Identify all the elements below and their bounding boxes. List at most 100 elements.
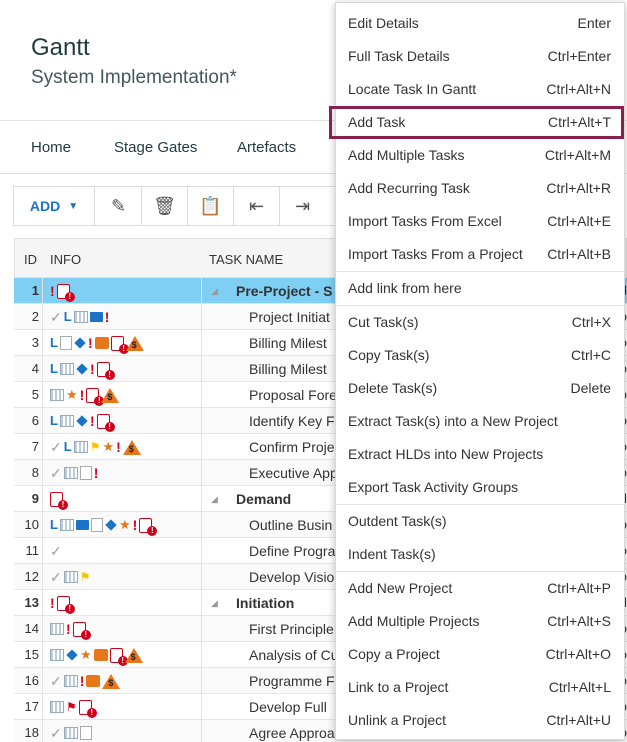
menu-item-import-tasks-from-excel[interactable]: Import Tasks From Excel Ctrl+Alt+E [336, 205, 624, 238]
grid-icon[interactable] [50, 389, 64, 401]
star-icon[interactable]: ★ [102, 440, 114, 454]
check-icon[interactable]: ✓ [50, 310, 62, 324]
grid-icon[interactable] [50, 701, 64, 713]
menu-item-add-link-from-here[interactable]: Add link from here [336, 272, 624, 305]
task-name[interactable]: Analysis of Cu [249, 642, 338, 668]
link-icon[interactable]: L [50, 414, 58, 428]
menu-item-full-task-details[interactable]: Full Task Details Ctrl+Enter [336, 40, 624, 73]
link-icon[interactable]: L [50, 336, 58, 350]
task-name[interactable]: Billing Milest [249, 356, 327, 382]
warning-icon[interactable]: ! [66, 622, 71, 636]
warning-icon[interactable]: ! [50, 596, 55, 610]
menu-item-locate-task-in-gantt[interactable]: Locate Task In Gantt Ctrl+Alt+N [336, 73, 624, 106]
column-header-task-name[interactable]: TASK NAME [209, 252, 283, 267]
menu-item-edit-details[interactable]: Edit Details Enter [336, 7, 624, 40]
cost-warning-icon[interactable] [101, 387, 120, 404]
document-icon[interactable] [79, 726, 92, 740]
milestone-icon[interactable] [76, 415, 88, 427]
star-icon[interactable]: ★ [66, 388, 78, 402]
delete-button[interactable]: 🗑 [142, 187, 188, 225]
menu-item-extract-task-s-into-a-new-project[interactable]: Extract Task(s) into a New Project [336, 405, 624, 438]
milestone-icon[interactable] [105, 519, 117, 531]
task-name[interactable]: Outline Busin [249, 512, 332, 538]
grid-icon[interactable] [73, 311, 88, 323]
paste-button[interactable]: 📋 [188, 187, 234, 225]
grid-icon[interactable] [50, 649, 64, 661]
document-icon[interactable] [59, 336, 72, 350]
menu-item-indent-task-s[interactable]: Indent Task(s) [336, 538, 624, 571]
star-icon[interactable]: ★ [119, 518, 131, 532]
clipboard-alert-icon[interactable] [139, 517, 158, 536]
star-icon[interactable]: ★ [80, 648, 92, 662]
grid-icon[interactable] [59, 363, 74, 375]
cost-warning-icon[interactable] [102, 673, 121, 690]
grid-icon[interactable] [63, 675, 78, 687]
menu-item-extract-hlds-into-new-projects[interactable]: Extract HLDs into New Projects [336, 438, 624, 471]
grid-icon[interactable] [50, 623, 64, 635]
document-icon[interactable] [79, 466, 92, 480]
menu-item-link-to-a-project[interactable]: Link to a Project Ctrl+Alt+L [336, 671, 624, 704]
menu-item-add-multiple-tasks[interactable]: Add Multiple Tasks Ctrl+Alt+M [336, 139, 624, 172]
warning-icon[interactable]: ! [133, 518, 138, 532]
tools-icon[interactable] [94, 337, 109, 349]
task-name[interactable]: Pre-Project - S [236, 278, 332, 304]
add-dropdown-button[interactable]: ADD ▼ [14, 187, 95, 225]
milestone-icon[interactable] [74, 337, 86, 349]
check-icon[interactable]: ✓ [50, 570, 62, 584]
menu-item-export-task-activity-groups[interactable]: Export Task Activity Groups [336, 471, 624, 504]
flag-icon[interactable]: ⚑ [90, 440, 101, 454]
task-name[interactable]: Identify Key F [249, 408, 335, 434]
tab-stage-gates[interactable]: Stage Gates [114, 139, 197, 156]
task-name[interactable]: Proposal Fore [249, 382, 337, 408]
tab-artefacts[interactable]: Artefacts [237, 139, 296, 156]
menu-item-copy-a-project[interactable]: Copy a Project Ctrl+Alt+O [336, 638, 624, 671]
menu-item-copy-task-s[interactable]: Copy Task(s) Ctrl+C [336, 339, 624, 372]
warning-icon[interactable]: ! [80, 674, 85, 688]
menu-item-add-recurring-task[interactable]: Add Recurring Task Ctrl+Alt+R [336, 172, 624, 205]
clipboard-alert-icon[interactable] [56, 283, 75, 302]
edit-button[interactable]: ✎ [96, 187, 142, 225]
cost-warning-icon[interactable] [125, 335, 144, 352]
task-name[interactable]: First Principle [249, 616, 334, 642]
menu-item-delete-task-s[interactable]: Delete Task(s) Delete [336, 372, 624, 405]
indent-button[interactable]: ⇥ [280, 187, 325, 225]
task-name[interactable]: Programme F [249, 668, 335, 694]
tab-home[interactable]: Home [31, 139, 71, 156]
check-icon[interactable]: ✓ [50, 440, 62, 454]
red-flag-icon[interactable]: ⚑ [66, 700, 77, 714]
column-header-info[interactable]: INFO [50, 252, 81, 267]
menu-item-add-task[interactable]: Add Task Ctrl+Alt+T [329, 106, 624, 139]
check-icon[interactable]: ✓ [50, 674, 62, 688]
folder-icon[interactable] [75, 520, 89, 530]
warning-icon[interactable]: ! [90, 362, 95, 376]
task-name[interactable]: Demand [236, 486, 291, 512]
tools-icon[interactable] [93, 649, 108, 661]
milestone-icon[interactable] [66, 649, 78, 661]
clipboard-alert-icon[interactable] [109, 647, 128, 666]
document-icon[interactable] [90, 518, 103, 532]
clipboard-alert-icon[interactable] [86, 387, 105, 406]
menu-item-add-new-project[interactable]: Add New Project Ctrl+Alt+P [336, 572, 624, 605]
menu-item-outdent-task-s[interactable]: Outdent Task(s) [336, 505, 624, 538]
grid-icon[interactable] [63, 571, 78, 583]
menu-item-import-tasks-from-a-project[interactable]: Import Tasks From a Project Ctrl+Alt+B [336, 238, 624, 271]
task-name[interactable]: Develop Visio [249, 564, 334, 590]
cost-warning-icon[interactable] [124, 647, 143, 664]
menu-item-unlink-a-project[interactable]: Unlink a Project Ctrl+Alt+U [336, 704, 624, 737]
grid-icon[interactable] [59, 519, 74, 531]
menu-item-cut-task-s[interactable]: Cut Task(s) Ctrl+X [336, 306, 624, 339]
clipboard-alert-icon[interactable] [56, 595, 75, 614]
check-icon[interactable]: ✓ [50, 726, 62, 740]
grid-icon[interactable] [73, 441, 88, 453]
link-icon[interactable]: L [64, 310, 72, 324]
clipboard-alert-icon[interactable] [72, 621, 91, 640]
collapse-arrow-icon[interactable]: ◢ [211, 278, 218, 304]
grid-icon[interactable] [59, 415, 74, 427]
clipboard-alert-icon[interactable] [96, 361, 115, 380]
task-name[interactable]: Define Progra [249, 538, 335, 564]
warning-icon[interactable]: ! [105, 310, 110, 324]
task-name[interactable]: Executive App [249, 460, 338, 486]
warning-icon[interactable]: ! [90, 414, 95, 428]
task-name[interactable]: Develop Full [249, 694, 327, 720]
clipboard-alert-icon[interactable] [50, 491, 68, 510]
